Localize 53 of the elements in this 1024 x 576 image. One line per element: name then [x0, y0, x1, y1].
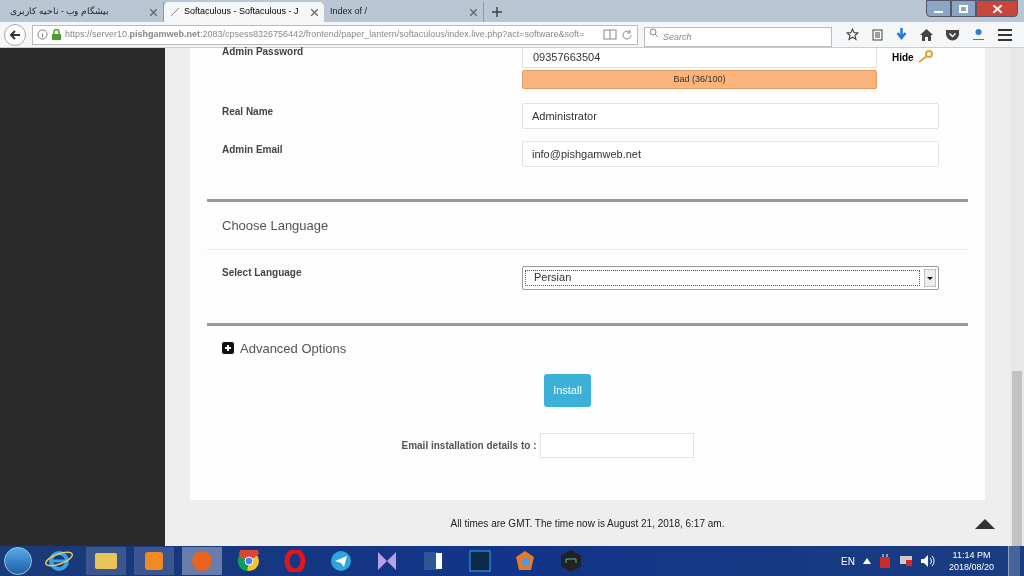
- field-label: Admin Email: [222, 143, 284, 157]
- field-label: Real Name: [222, 105, 275, 119]
- download-icon[interactable]: [896, 28, 907, 41]
- scroll-to-top-icon[interactable]: [975, 519, 995, 529]
- reload-icon[interactable]: [621, 28, 633, 41]
- close-icon[interactable]: [470, 8, 477, 16]
- back-button[interactable]: [4, 23, 26, 46]
- minimize-button[interactable]: [926, 0, 951, 17]
- folder-icon[interactable]: [86, 547, 126, 575]
- speaker-icon[interactable]: [920, 555, 935, 567]
- field-label: Admin Password: [222, 45, 305, 59]
- text-field[interactable]: Administrator: [522, 103, 939, 129]
- address-bar[interactable]: https://server10.pishgamweb.net:2083/cpsess8326756442/frontend/paper_lantern/softaculous/index.live.php?act=software&soft=: [32, 24, 638, 45]
- home-icon[interactable]: [920, 28, 933, 41]
- language-select[interactable]: Persian: [522, 265, 939, 290]
- restore-button[interactable]: [951, 0, 976, 17]
- plus-icon: [222, 342, 234, 355]
- footer-text: All times are GMT. The time now is August 21, 2018, 6:17 am.: [450, 516, 725, 531]
- field-label: Select Language: [222, 266, 303, 280]
- password-field[interactable]: 09357663504: [522, 48, 877, 68]
- clock[interactable]: 11:14 PM 2018/08/20: [942, 549, 1000, 573]
- field-label: Email installation details to :: [401, 439, 537, 453]
- search-field[interactable]: Search: [644, 26, 832, 47]
- scrollbar[interactable]: [1010, 48, 1024, 546]
- info-icon: [37, 29, 48, 40]
- start-button[interactable]: [4, 547, 32, 575]
- network-icon[interactable]: [898, 555, 913, 567]
- menu-icon[interactable]: [998, 28, 1012, 41]
- input-language[interactable]: EN: [841, 553, 855, 569]
- password-strength-bar: Bad (36/100): [522, 70, 877, 89]
- pocket-icon[interactable]: [946, 28, 959, 41]
- close-icon: [992, 4, 1002, 13]
- close-button[interactable]: [976, 0, 1018, 17]
- dropdown-arrow-icon: [924, 268, 936, 287]
- caret-up-icon[interactable]: [862, 558, 871, 564]
- media-player-icon[interactable]: [134, 547, 174, 575]
- close-icon[interactable]: [311, 8, 318, 16]
- browser-tab[interactable]: Softaculous - Softaculous - J: [164, 2, 324, 22]
- back-arrow-icon: [9, 28, 21, 41]
- text-field[interactable]: info@pishgamweb.net: [522, 141, 939, 167]
- lock-icon: [52, 29, 61, 40]
- clipboard-icon[interactable]: [872, 28, 883, 41]
- email-input[interactable]: [539, 433, 694, 458]
- new-tab-icon[interactable]: [492, 7, 502, 17]
- hide-password-link[interactable]: Hide: [892, 50, 914, 65]
- power-plug-icon[interactable]: [878, 554, 891, 568]
- advanced-options-toggle[interactable]: Advanced Options: [207, 338, 347, 358]
- search-icon: [649, 27, 659, 38]
- section-heading: Choose Language: [221, 217, 330, 235]
- close-icon[interactable]: [150, 8, 157, 16]
- star-icon[interactable]: [846, 28, 859, 41]
- account-icon[interactable]: [972, 28, 985, 41]
- url-text: https://server10.pishgamweb.net:2083/cpsess8326756442/frontend/paper_lantern/softaculous/index.live.php?act=software&soft=: [65, 27, 586, 41]
